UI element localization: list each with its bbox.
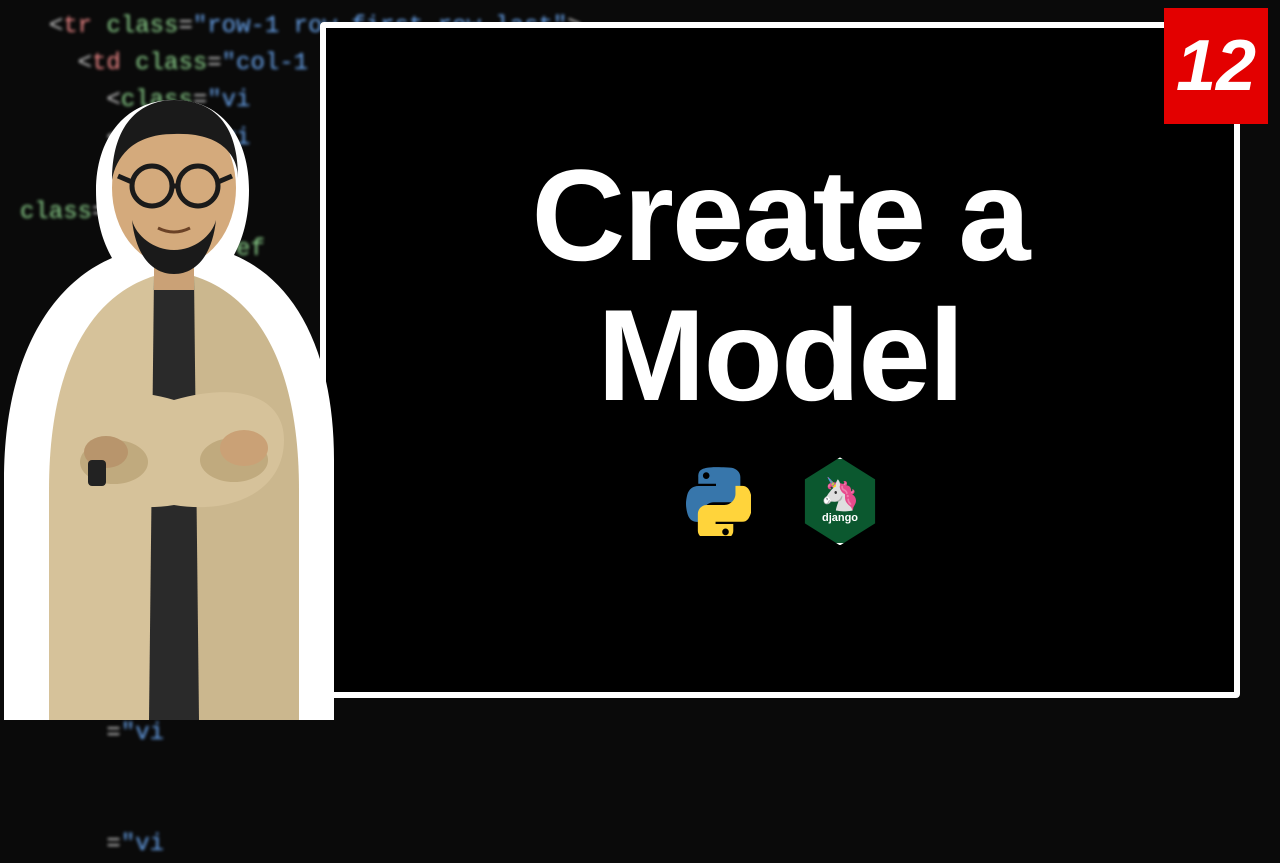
episode-badge: 12 [1164,8,1268,124]
episode-number: 12 [1176,25,1256,107]
django-icon: 🦄 django [801,457,879,545]
presenter-photo [0,60,354,720]
django-label: django [822,512,858,524]
title-line-1: Create a [531,142,1028,288]
title-line-2: Model [597,282,963,428]
python-icon [681,466,751,536]
card-title: Create a Model [531,145,1028,426]
logos-row: 🦄 django [681,457,879,545]
django-pony-icon: 🦄 [820,478,860,510]
title-card: Create a Model 🦄 django [320,22,1240,698]
